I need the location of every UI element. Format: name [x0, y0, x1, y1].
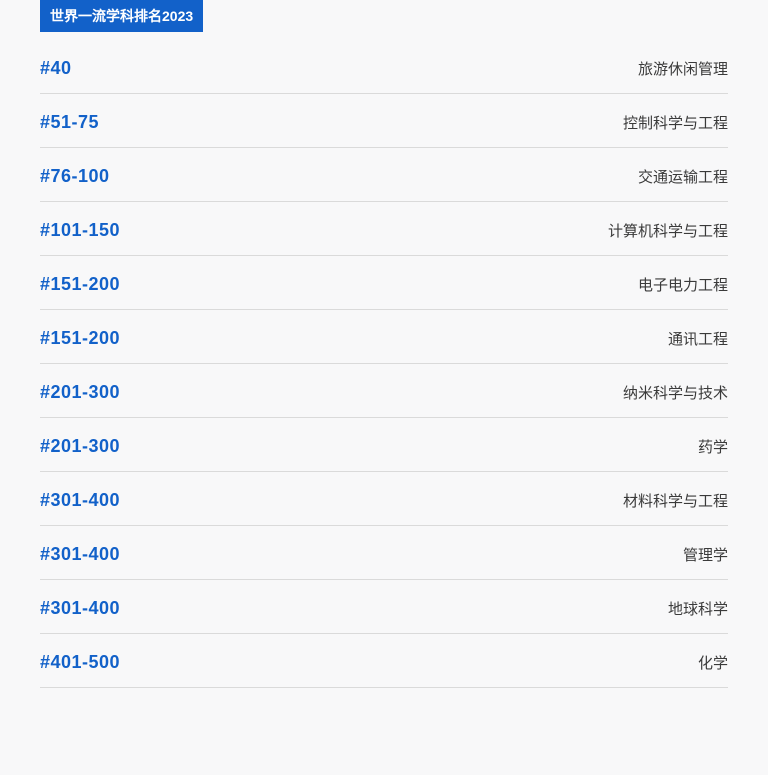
subject-name: 控制科学与工程 [623, 112, 728, 133]
rank-number: #201-300 [40, 382, 120, 403]
rank-number: #151-200 [40, 274, 120, 295]
subject-name: 计算机科学与工程 [608, 220, 728, 241]
rank-number: #401-500 [40, 652, 120, 673]
rankings-list: #40 旅游休闲管理 #51-75 控制科学与工程 #76-100 交通运输工程… [40, 40, 728, 688]
ranking-row[interactable]: #51-75 控制科学与工程 [40, 94, 728, 148]
rank-number: #51-75 [40, 112, 99, 133]
rank-number: #301-400 [40, 598, 120, 619]
rank-number: #301-400 [40, 490, 120, 511]
ranking-row[interactable]: #401-500 化学 [40, 634, 728, 688]
subject-name: 化学 [698, 652, 728, 673]
rank-number: #151-200 [40, 328, 120, 349]
rank-number: #301-400 [40, 544, 120, 565]
ranking-row[interactable]: #201-300 药学 [40, 418, 728, 472]
ranking-row[interactable]: #76-100 交通运输工程 [40, 148, 728, 202]
subject-name: 药学 [698, 436, 728, 457]
subject-name: 通讯工程 [668, 328, 728, 349]
ranking-row[interactable]: #301-400 地球科学 [40, 580, 728, 634]
subject-name: 纳米科学与技术 [623, 382, 728, 403]
ranking-row[interactable]: #101-150 计算机科学与工程 [40, 202, 728, 256]
subject-name: 地球科学 [668, 598, 728, 619]
rank-number: #40 [40, 58, 72, 79]
ranking-row[interactable]: #301-400 管理学 [40, 526, 728, 580]
ranking-row[interactable]: #201-300 纳米科学与技术 [40, 364, 728, 418]
ranking-title-badge: 世界一流学科排名2023 [40, 0, 203, 32]
ranking-row[interactable]: #151-200 通讯工程 [40, 310, 728, 364]
subject-name: 旅游休闲管理 [638, 58, 728, 79]
rank-number: #76-100 [40, 166, 110, 187]
ranking-row[interactable]: #301-400 材料科学与工程 [40, 472, 728, 526]
rank-number: #201-300 [40, 436, 120, 457]
subject-name: 交通运输工程 [638, 166, 728, 187]
ranking-row[interactable]: #40 旅游休闲管理 [40, 40, 728, 94]
subject-name: 电子电力工程 [638, 274, 728, 295]
subject-name: 材料科学与工程 [623, 490, 728, 511]
rank-number: #101-150 [40, 220, 120, 241]
ranking-row[interactable]: #151-200 电子电力工程 [40, 256, 728, 310]
subject-name: 管理学 [683, 544, 728, 565]
